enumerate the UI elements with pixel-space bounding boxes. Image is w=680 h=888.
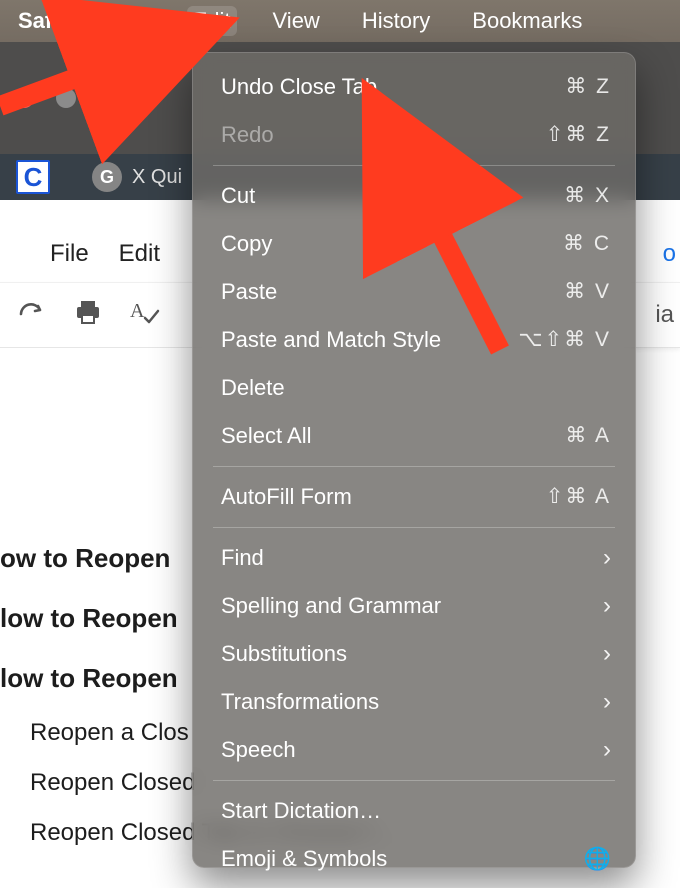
- menu-item-emoji-symbols[interactable]: Emoji & Symbols 🌐: [193, 835, 635, 883]
- menu-item-shortcut: ⌘ C: [563, 230, 611, 258]
- tab-favicon-c-icon: C: [16, 160, 50, 194]
- menubar-bookmarks[interactable]: Bookmarks: [466, 6, 588, 36]
- menu-item-label: Paste and Match Style: [221, 326, 441, 354]
- tab-2-label: X Qui: [132, 166, 182, 189]
- menu-item-label: Cut: [221, 182, 255, 210]
- menu-item-shortcut: ⌘ A: [565, 422, 611, 450]
- menu-separator: [213, 165, 615, 166]
- menu-item-redo: Redo ⇧⌘ Z: [193, 111, 635, 159]
- menubar-file[interactable]: File: [109, 6, 156, 36]
- chevron-right-icon: ›: [603, 640, 611, 668]
- menu-item-delete[interactable]: Delete: [193, 364, 635, 412]
- menubar-view[interactable]: View: [267, 6, 326, 36]
- menu-separator: [213, 780, 615, 781]
- menu-item-paste-match-style[interactable]: Paste and Match Style ⌥⇧⌘ V: [193, 316, 635, 364]
- menu-item-label: AutoFill Form: [221, 483, 352, 511]
- menu-item-spelling-grammar[interactable]: Spelling and Grammar ›: [193, 582, 635, 630]
- menubar-edit[interactable]: Edit: [187, 6, 237, 36]
- tab-2[interactable]: G X Qui: [76, 162, 198, 192]
- menu-item-shortcut: ⌘ V: [564, 278, 611, 306]
- doc-menu-file[interactable]: File: [50, 240, 89, 268]
- svg-text:A: A: [130, 300, 145, 322]
- sidebar-toggle-icon[interactable]: [118, 84, 154, 112]
- menu-item-label: Speech: [221, 736, 296, 764]
- menu-item-paste[interactable]: Paste ⌘ V: [193, 268, 635, 316]
- menu-item-speech[interactable]: Speech ›: [193, 726, 635, 774]
- menu-item-find[interactable]: Find ›: [193, 534, 635, 582]
- menu-item-select-all[interactable]: Select All ⌘ A: [193, 412, 635, 460]
- app-name[interactable]: Safari: [18, 8, 79, 34]
- menu-item-label: Spelling and Grammar: [221, 592, 441, 620]
- menu-item-copy[interactable]: Copy ⌘ C: [193, 220, 635, 268]
- menu-item-label: Select All: [221, 422, 312, 450]
- doc-menu-edit[interactable]: Edit: [119, 240, 160, 268]
- menu-item-shortcut: ⌥⇧⌘ V: [518, 326, 611, 354]
- menu-item-label: Start Dictation…: [221, 797, 381, 825]
- menu-item-label: Redo: [221, 121, 274, 149]
- menu-item-cut[interactable]: Cut ⌘ X: [193, 172, 635, 220]
- menu-item-label: Find: [221, 544, 264, 572]
- menu-item-label: Emoji & Symbols: [221, 845, 387, 873]
- menu-separator: [213, 527, 615, 528]
- chevron-right-icon: ›: [603, 592, 611, 620]
- menu-separator: [213, 466, 615, 467]
- menu-item-shortcut: ⌘ Z: [565, 73, 611, 101]
- print-icon[interactable]: [74, 299, 102, 332]
- menu-item-autofill-form[interactable]: AutoFill Form ⇧⌘ A: [193, 473, 635, 521]
- tab-1[interactable]: C: [0, 160, 66, 194]
- menu-item-transformations[interactable]: Transformations ›: [193, 678, 635, 726]
- menu-item-label: Transformations: [221, 688, 379, 716]
- os-menubar: Safari File Edit View History Bookmarks: [0, 0, 680, 42]
- chevron-right-icon: ›: [603, 544, 611, 572]
- doc-menu-trail: o: [663, 240, 676, 268]
- globe-icon: 🌐: [584, 845, 611, 873]
- edit-menu-dropdown: Undo Close Tab ⌘ Z Redo ⇧⌘ Z Cut ⌘ X Copy…: [192, 52, 636, 868]
- toolbar-trail: ia: [655, 301, 674, 329]
- spellcheck-icon[interactable]: A: [130, 299, 160, 332]
- menu-item-shortcut: ⌘ X: [564, 182, 611, 210]
- traffic-close[interactable]: [14, 88, 34, 108]
- redo-icon[interactable]: [18, 300, 46, 331]
- menu-item-label: Delete: [221, 374, 285, 402]
- chevron-right-icon: ›: [603, 688, 611, 716]
- menu-item-label: Paste: [221, 278, 277, 306]
- menu-item-label: Copy: [221, 230, 272, 258]
- tab-favicon-g-icon: G: [92, 162, 122, 192]
- traffic-minimize[interactable]: [56, 88, 76, 108]
- menu-item-label: Substitutions: [221, 640, 347, 668]
- menu-item-shortcut: ⇧⌘ Z: [546, 121, 611, 149]
- menu-item-undo-close-tab[interactable]: Undo Close Tab ⌘ Z: [193, 63, 635, 111]
- menubar-history[interactable]: History: [356, 6, 436, 36]
- menu-item-substitutions[interactable]: Substitutions ›: [193, 630, 635, 678]
- menu-item-label: Undo Close Tab: [221, 73, 377, 101]
- menu-item-shortcut: ⇧⌘ A: [546, 483, 611, 511]
- menu-item-start-dictation[interactable]: Start Dictation…: [193, 787, 635, 835]
- chevron-right-icon: ›: [603, 736, 611, 764]
